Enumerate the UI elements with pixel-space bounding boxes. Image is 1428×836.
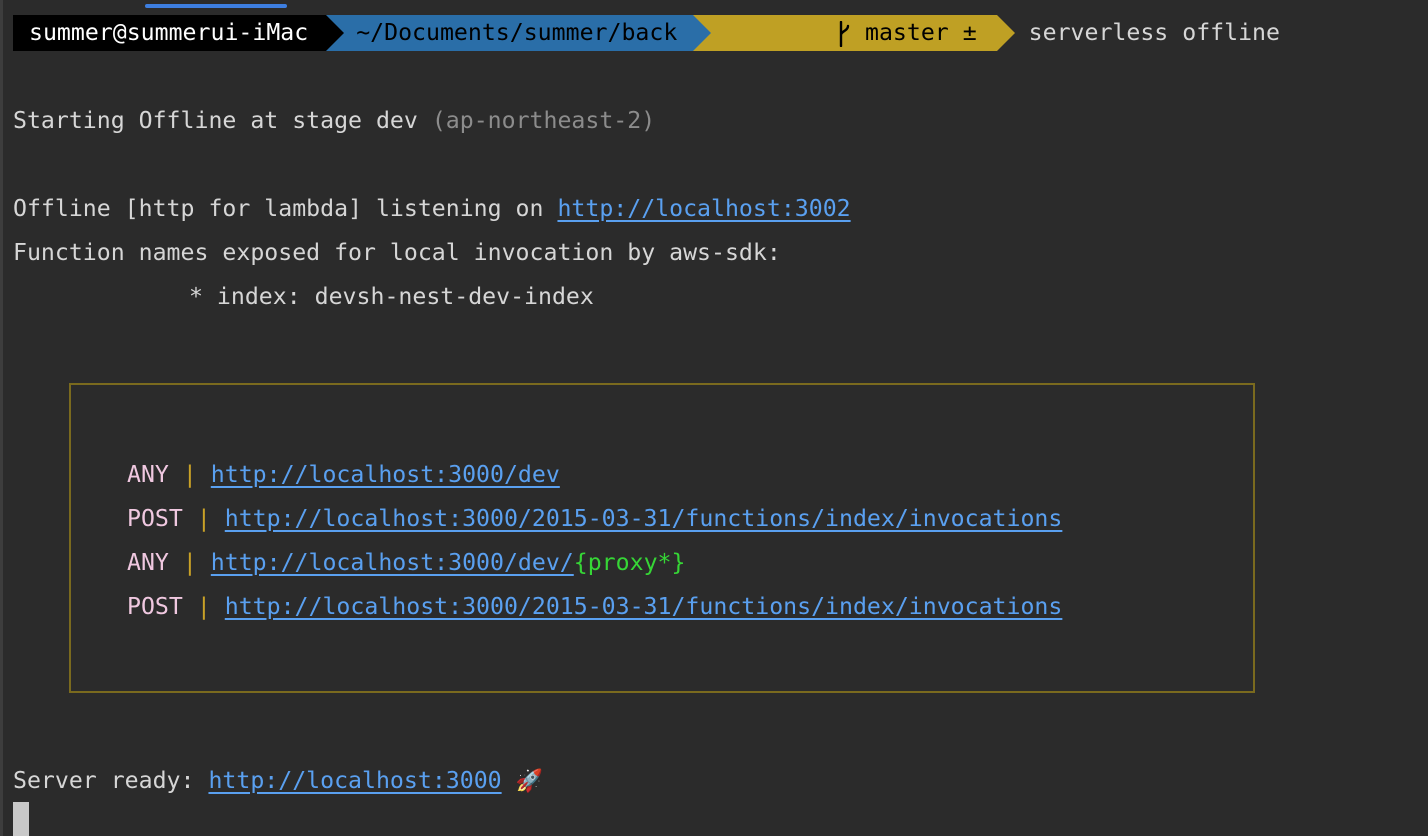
functions-header: Function names exposed for local invocat… — [13, 239, 781, 266]
route-row: ANY | http://localhost:3000/dev/{proxy*} — [127, 549, 686, 576]
route-method: ANY — [127, 461, 169, 488]
rocket-icon: 🚀 — [515, 769, 543, 794]
proxy-path-param: {proxy*} — [573, 549, 686, 576]
listening-line: Offline [http for lambda] listening on h… — [13, 195, 851, 222]
active-tab-indicator — [145, 4, 287, 8]
prompt-command: serverless offline — [1028, 19, 1280, 46]
region-label: (ap-northeast-2) — [431, 107, 656, 134]
prompt-directory: ~/Documents/summer/back — [326, 15, 712, 51]
function-item: * index: devsh-nest-dev-index — [189, 283, 594, 310]
server-ready-line: Server ready: http://localhost:3000 🚀 — [13, 767, 543, 794]
route-method: POST — [127, 505, 183, 532]
route-url-link[interactable]: http://localhost:3000/2015-03-31/functio… — [225, 505, 1063, 532]
route-row: POST | http://localhost:3000/2015-03-31/… — [127, 593, 1063, 620]
route-row: POST | http://localhost:3000/2015-03-31/… — [127, 505, 1063, 532]
prompt-git-branch: master ± — [693, 15, 1015, 51]
prompt-user-host: summer@summerui-iMac — [13, 15, 345, 51]
git-branch-icon — [725, 0, 851, 87]
terminal-window[interactable]: summer@summerui-iMac ~/Documents/summer/… — [0, 0, 1428, 836]
route-method: POST — [127, 593, 183, 620]
route-row: ANY | http://localhost:3000/dev — [127, 461, 560, 488]
route-url-link[interactable]: http://localhost:3000/dev — [211, 461, 560, 488]
routes-box: ANY | http://localhost:3000/dev POST | h… — [69, 383, 1255, 693]
shell-prompt: summer@summerui-iMac ~/Documents/summer/… — [13, 15, 1280, 51]
route-url-link[interactable]: http://localhost:3000/2015-03-31/functio… — [225, 593, 1063, 620]
route-url-link[interactable]: http://localhost:3000/dev/ — [211, 549, 574, 576]
route-method: ANY — [127, 549, 169, 576]
lambda-url-link[interactable]: http://localhost:3002 — [557, 195, 850, 222]
starting-line: Starting Offline at stage dev (ap-northe… — [13, 107, 656, 134]
terminal-cursor — [13, 802, 29, 836]
server-url-link[interactable]: http://localhost:3000 — [208, 767, 501, 794]
